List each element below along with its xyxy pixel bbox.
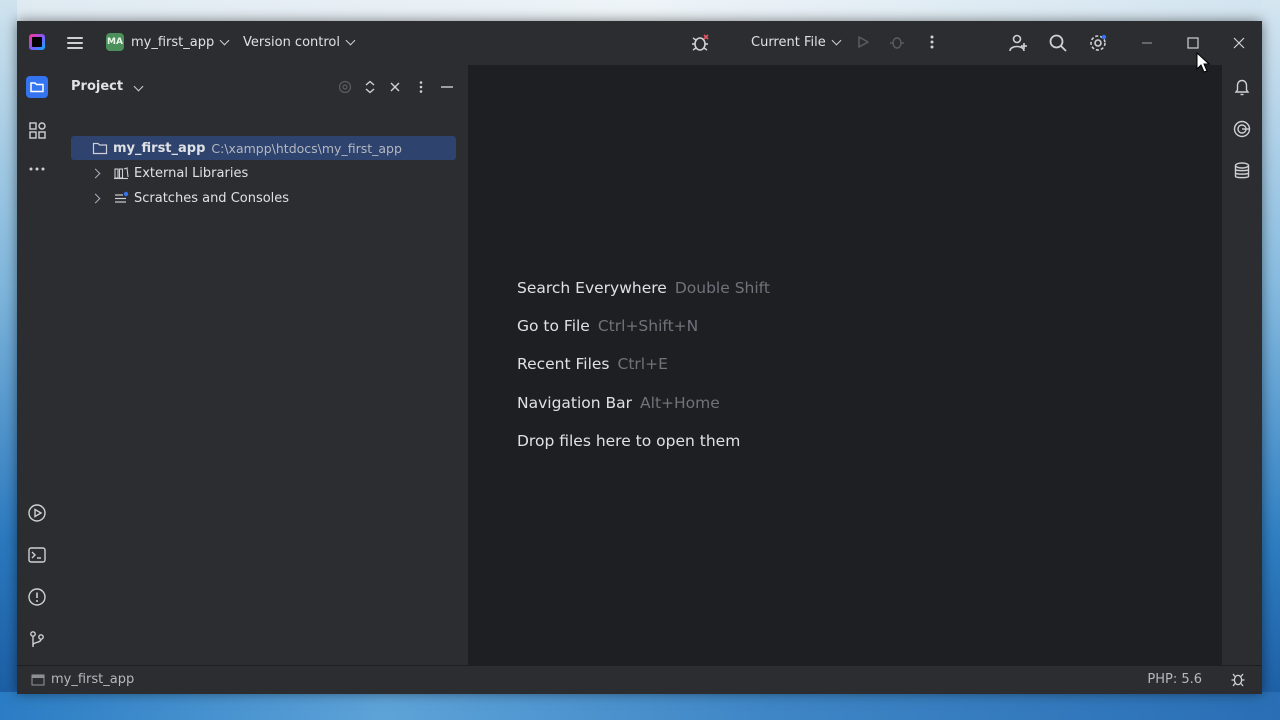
desktop-wallpaper-right (1262, 0, 1280, 720)
more-vertical-icon[interactable] (924, 34, 940, 50)
debug-icon[interactable] (889, 34, 905, 50)
app-logo-icon[interactable] (29, 34, 45, 50)
structure-icon[interactable] (26, 119, 48, 141)
hint-label: Go to File (517, 317, 590, 335)
terminal-icon[interactable] (26, 544, 48, 566)
hint-drop-files: Drop files here to open them (517, 432, 740, 450)
hint-shortcut: Double Shift (674, 279, 770, 297)
project-folder-icon[interactable] (26, 76, 48, 98)
hint-go-to-file: Go to File Ctrl+Shift+N (517, 317, 698, 335)
minimize-icon[interactable] (1137, 33, 1157, 53)
hint-label: Navigation Bar (517, 394, 633, 412)
tree-item-label: my_first_app (113, 140, 206, 156)
editor-empty-area[interactable]: Search Everywhere Double Shift Go to File… (469, 65, 1222, 665)
hint-shortcut: Ctrl+E (617, 355, 668, 373)
scratches-icon (115, 191, 129, 203)
desktop-wallpaper-bottom (0, 692, 1280, 720)
project-tool-window: Project my_first_app C:\xampp\htdocs\my_… (57, 65, 469, 665)
run-configuration-select[interactable]: Current File (751, 35, 842, 50)
git-branch-icon[interactable] (26, 628, 48, 650)
hint-label: Recent Files (517, 355, 610, 373)
hint-shortcut: Ctrl+Shift+N (597, 317, 699, 335)
php-debug-icon[interactable] (1230, 671, 1246, 687)
problems-icon[interactable] (26, 586, 48, 608)
version-control-label: Version control (243, 35, 340, 50)
chevron-right-icon (90, 168, 101, 178)
chevron-down-icon (831, 35, 842, 46)
hint-recent-files: Recent Files Ctrl+E (517, 355, 668, 373)
chevron-right-icon (90, 193, 101, 203)
services-run-icon[interactable] (26, 502, 48, 524)
folder-icon (92, 142, 108, 155)
status-path-label: my_first_app (51, 672, 135, 687)
tree-item-label: Scratches and Consoles (134, 190, 290, 206)
tree-item-label: External Libraries (134, 165, 249, 181)
version-control-menu[interactable]: Version control (243, 35, 356, 50)
hint-label: Drop files here to open them (517, 432, 741, 450)
search-icon[interactable] (1048, 33, 1068, 53)
run-icon[interactable] (855, 34, 871, 50)
project-switcher[interactable]: my_first_app (131, 35, 230, 50)
project-panel-title: Project (71, 79, 124, 94)
mouse-cursor-icon (1196, 52, 1210, 73)
options-menu-icon[interactable] (414, 80, 428, 94)
title-bar: MA my_first_app Version control Current … (17, 21, 1262, 65)
project-panel-header[interactable]: Project (71, 79, 144, 94)
close-icon[interactable] (1229, 33, 1249, 53)
php-version-indicator[interactable]: PHP: 5.6 (1147, 672, 1202, 687)
debug-bug-icon[interactable] (690, 33, 710, 53)
more-tools-icon[interactable] (26, 158, 48, 180)
expand-all-icon[interactable] (363, 80, 377, 94)
code-with-me-icon[interactable] (1008, 33, 1028, 53)
run-configuration-label: Current File (751, 35, 826, 50)
desktop-wallpaper-top (0, 0, 1280, 21)
hint-shortcut: Alt+Home (640, 394, 720, 412)
library-icon (114, 167, 129, 180)
tree-item-scratches[interactable]: Scratches and Consoles (57, 186, 457, 210)
locate-file-icon[interactable] (338, 80, 352, 94)
database-icon[interactable] (1231, 160, 1253, 182)
right-tool-strip (1221, 65, 1262, 665)
main-menu-icon[interactable] (67, 34, 83, 50)
status-bar: my_first_app PHP: 5.6 (17, 665, 1262, 694)
hint-search-everywhere: Search Everywhere Double Shift (517, 279, 770, 297)
collapse-all-icon[interactable] (388, 80, 402, 94)
hint-navigation-bar: Navigation Bar Alt+Home (517, 394, 720, 412)
ide-window: MA my_first_app Version control Current … (17, 21, 1262, 694)
tree-item-external-libraries[interactable]: External Libraries (57, 161, 457, 185)
maximize-icon[interactable] (1183, 33, 1203, 53)
tree-item-path: C:\xampp\htdocs\my_first_app (211, 140, 402, 156)
module-icon (31, 673, 45, 686)
status-breadcrumb[interactable]: my_first_app (31, 672, 134, 687)
tree-item-root[interactable]: my_first_app C:\xampp\htdocs\my_first_ap… (71, 136, 456, 160)
notifications-bell-icon[interactable] (1231, 76, 1253, 98)
chevron-down-icon (219, 35, 230, 46)
desktop-wallpaper-left (0, 0, 17, 720)
project-badge[interactable]: MA (106, 33, 124, 51)
chevron-down-icon (133, 81, 144, 92)
chevron-down-icon (345, 35, 356, 46)
ai-assistant-icon[interactable] (1231, 118, 1253, 140)
hide-panel-icon[interactable] (440, 80, 454, 94)
left-tool-strip (17, 65, 58, 665)
project-name: my_first_app (131, 35, 215, 50)
hint-label: Search Everywhere (517, 279, 667, 297)
settings-gear-icon[interactable] (1088, 33, 1108, 53)
